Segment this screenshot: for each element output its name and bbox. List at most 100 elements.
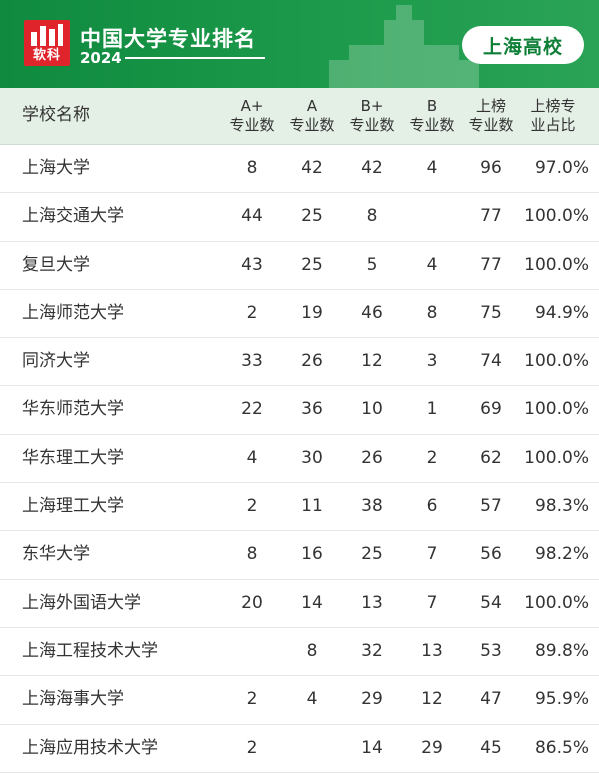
a-count-cell: 16	[301, 544, 323, 565]
header-bplus-count: B+ 专业数	[342, 97, 402, 135]
table-row: 复旦大学 43 25 5 4 77 100.0%	[0, 242, 599, 290]
aplus-count-cell: 2	[246, 737, 258, 758]
bplus-count-cell: 32	[361, 640, 383, 661]
header-label: 专业数	[409, 116, 455, 134]
a-count-cell: 4	[306, 689, 318, 710]
school-name-cell: 华东师范大学	[22, 399, 124, 420]
b-count-cell	[402, 193, 462, 240]
a-count-cell: 25	[301, 206, 323, 227]
aplus-count-cell: 22	[241, 399, 263, 420]
school-name-cell: 华东理工大学	[22, 447, 124, 468]
table-row: 上海师范大学 2 19 46 8 75 94.9%	[0, 290, 599, 339]
bplus-count-cell: 8	[366, 206, 378, 227]
header-label: A	[306, 97, 318, 115]
aplus-count-cell: 8	[246, 158, 258, 178]
ranking-banner: 软科 中国大学专业排名 2024 上海高校	[0, 0, 599, 88]
header-aplus-count: A+ 专业数	[222, 97, 282, 135]
b-count-cell: 4	[426, 254, 438, 275]
school-name-cell: 上海海事大学	[22, 689, 124, 710]
table-row: 华东理工大学 4 30 26 2 62 100.0%	[0, 435, 599, 484]
header-label: A+	[240, 97, 264, 115]
a-count-cell: 42	[301, 158, 323, 178]
listed-count-cell: 77	[480, 206, 502, 227]
listed-ratio-cell: 100.0%	[524, 447, 589, 468]
aplus-count-cell: 20	[241, 592, 263, 613]
school-name-cell: 上海工程技术大学	[22, 640, 158, 661]
logo-text: 软科	[32, 48, 61, 63]
table-row: 上海工程技术大学 8 32 13 53 89.8%	[0, 628, 599, 677]
school-name-cell: 上海师范大学	[22, 302, 124, 323]
header-label: 专业数	[289, 116, 335, 134]
bplus-count-cell: 12	[361, 351, 383, 372]
banner-year: 2024	[80, 49, 122, 67]
header-label: B+	[360, 97, 384, 115]
a-count-cell: 19	[301, 302, 323, 323]
listed-count-cell: 45	[480, 737, 502, 758]
listed-ratio-cell: 100.0%	[524, 592, 589, 613]
a-count-cell: 36	[301, 399, 323, 420]
table-row: 同济大学 33 26 12 3 74 100.0%	[0, 338, 599, 387]
b-count-cell: 2	[426, 447, 438, 468]
table-row: 上海外国语大学 20 14 13 7 54 100.0%	[0, 580, 599, 628]
listed-ratio-cell: 100.0%	[524, 206, 589, 227]
school-name-cell: 东华大学	[22, 544, 90, 565]
b-count-cell: 29	[421, 737, 443, 758]
listed-count-cell: 62	[480, 447, 502, 468]
table-row: 上海应用技术大学 2 14 29 45 86.5%	[0, 725, 599, 773]
aplus-count-cell: 2	[246, 302, 258, 323]
building-silhouette-icon	[329, 5, 479, 88]
table-body: 上海大学 8 42 42 4 96 97.0% 上海交通大学 44 25 8 7…	[0, 145, 599, 773]
header-listed-count: 上榜 专业数	[462, 97, 520, 135]
a-count-cell: 26	[301, 351, 323, 372]
table-row: 华东师范大学 22 36 10 1 69 100.0%	[0, 386, 599, 435]
header-b-count: B 专业数	[402, 97, 462, 135]
listed-ratio-cell: 86.5%	[534, 737, 589, 758]
aplus-count-cell: 44	[241, 206, 263, 227]
listed-count-cell: 53	[480, 640, 502, 661]
aplus-count-cell: 2	[246, 496, 258, 517]
a-count-cell	[282, 725, 342, 772]
listed-count-cell: 96	[480, 158, 502, 178]
aplus-count-cell: 33	[241, 351, 263, 372]
bplus-count-cell: 42	[361, 158, 383, 178]
b-count-cell: 7	[426, 592, 438, 613]
b-count-cell: 7	[426, 544, 438, 565]
aplus-count-cell	[222, 628, 282, 675]
header-label: 上榜专	[530, 97, 576, 115]
bplus-count-cell: 46	[361, 302, 383, 323]
banner-divider	[125, 57, 265, 59]
listed-count-cell: 74	[480, 351, 502, 372]
school-name-cell: 上海应用技术大学	[22, 737, 158, 758]
header-label: 上榜	[475, 97, 506, 115]
table-header: 学校名称 A+ 专业数 A 专业数 B+ 专业数 B 专业数 上榜 专业数 上榜…	[0, 88, 599, 145]
bplus-count-cell: 5	[366, 254, 378, 275]
a-count-cell: 11	[301, 496, 323, 517]
header-label: B	[426, 97, 438, 115]
listed-count-cell: 77	[480, 254, 502, 275]
b-count-cell: 1	[426, 399, 438, 420]
a-count-cell: 8	[306, 640, 318, 661]
school-name-cell: 同济大学	[22, 351, 90, 372]
header-label: 专业数	[468, 116, 514, 134]
b-count-cell: 3	[426, 351, 438, 372]
header-label: 业占比	[530, 116, 576, 134]
aplus-count-cell: 4	[246, 447, 258, 468]
listed-count-cell: 57	[480, 496, 502, 517]
bplus-count-cell: 38	[361, 496, 383, 517]
listed-ratio-cell: 100.0%	[524, 351, 589, 372]
bplus-count-cell: 13	[361, 592, 383, 613]
b-count-cell: 13	[421, 640, 443, 661]
listed-ratio-cell: 98.3%	[534, 496, 589, 517]
table-row: 上海大学 8 42 42 4 96 97.0%	[0, 145, 599, 194]
listed-count-cell: 56	[480, 544, 502, 565]
header-a-count: A 专业数	[282, 97, 342, 135]
bplus-count-cell: 29	[361, 689, 383, 710]
listed-ratio-cell: 95.9%	[534, 689, 589, 710]
a-count-cell: 14	[301, 592, 323, 613]
header-label: 专业数	[349, 116, 395, 134]
region-badge: 上海高校	[462, 26, 584, 64]
listed-count-cell: 54	[480, 592, 502, 613]
school-name-cell: 上海外国语大学	[22, 592, 141, 613]
school-name-cell: 上海大学	[22, 158, 90, 178]
listed-ratio-cell: 100.0%	[524, 399, 589, 420]
